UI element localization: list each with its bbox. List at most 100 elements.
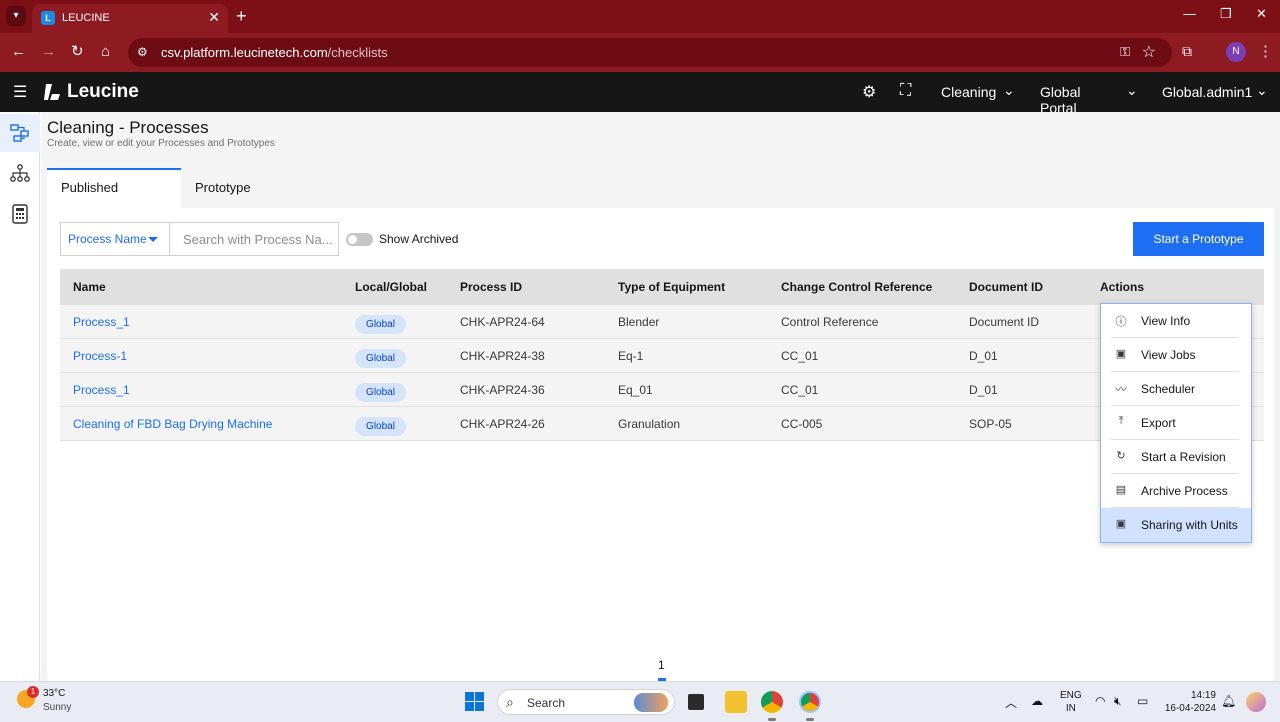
language-code: ENG [1060,690,1082,701]
windows-start-icon[interactable] [465,692,484,711]
maximize-icon[interactable]: ❐ [1220,6,1232,22]
wifi-icon[interactable]: ◠ [1095,694,1105,708]
site-settings-icon[interactable]: ⚙ [137,45,148,59]
refresh-icon: ↻ [1116,450,1126,462]
chrome-profile-icon[interactable] [799,691,821,713]
windows-taskbar: 1 33°C Sunny ⌕ Search ︿ ☁ ENG IN ◠ 🔇︎ ▭ … [0,681,1280,722]
password-key-icon[interactable]: ⚿ [1120,44,1130,60]
menu-item-label: View Jobs [1141,348,1196,362]
menu-item-label: Start a Revision [1141,450,1226,464]
leucine-logo-icon [44,84,60,100]
table-header: Name Local/Global Process ID Type of Equ… [60,269,1264,305]
tab-title: LEUCINE [62,12,110,24]
copilot-icon[interactable] [1246,692,1266,712]
browser-menu-icon[interactable]: ⋮ [1258,42,1273,60]
hierarchy-nav-item[interactable] [0,154,40,192]
tab-prototype[interactable]: Prototype [181,168,251,208]
input-language-indicator[interactable]: ENG IN [1060,689,1082,715]
menu-item-archive-process[interactable]: ▤ Archive Process [1101,474,1251,508]
window-close-icon[interactable]: ✕ [1256,6,1267,22]
filter-dropdown[interactable]: Process Name [60,222,170,256]
process-id: CHK-APR24-64 [460,315,545,329]
page-title: Cleaning - Processes [47,118,209,137]
settings-gear-icon[interactable]: ⚙ [862,82,876,102]
show-hidden-icons-chevron-icon[interactable]: ︿ [1005,694,1017,711]
left-nav-rail [0,112,40,681]
process-name-link[interactable]: Process-1 [73,349,127,363]
url-field[interactable]: ⚙ csv.platform.leucinetech.com/checklist… [128,38,1172,67]
menu-item-export[interactable]: ⤒ Export [1101,406,1251,440]
process-name-link[interactable]: Process_1 [73,383,130,397]
trend-icon: 〰 [1115,384,1127,396]
start-tile [465,702,474,711]
document-id: Document ID [969,315,1040,329]
weather-temperature: 33°C [43,688,66,699]
extensions-icon[interactable]: ⧉ [1182,43,1192,60]
scope-badge: Global [355,315,406,334]
scan-icon[interactable]: ⛶ [900,82,911,100]
column-header: Local/Global [355,280,428,294]
hamburger-menu-icon[interactable]: ☰ [13,82,27,102]
processes-nav-item[interactable] [0,114,40,152]
volume-muted-icon[interactable]: 🔇︎ [1114,694,1122,709]
processes-table: Name Local/Global Process ID Type of Equ… [60,269,1264,441]
table-row: Process_1 Global CHK-APR24-36 Eq_01 CC_0… [60,373,1264,407]
change-control-ref: CC_01 [781,349,819,363]
active-app-indicator [768,718,776,721]
show-archived-toggle[interactable] [346,233,373,246]
notification-badge: 1 [27,686,39,698]
reload-icon[interactable]: ↻ [71,43,84,61]
menu-item-view-info[interactable]: ⓘ View Info [1101,304,1251,338]
profile-avatar[interactable]: N [1226,42,1246,62]
chrome-icon[interactable] [761,691,783,713]
minimize-icon[interactable]: — [1183,6,1196,21]
system-clock[interactable]: 14:19 16-04-2024 [1162,689,1216,715]
onedrive-icon[interactable]: ☁ [1031,694,1043,708]
start-prototype-button[interactable]: Start a Prototype [1133,222,1264,256]
file-explorer-icon[interactable] [725,691,747,713]
tab-close-icon[interactable]: ✕ [208,9,220,26]
home-icon[interactable]: ⌂ [101,43,110,61]
export-icon: ⤒ [1118,415,1124,427]
active-app-indicator [806,718,814,721]
process-id: CHK-APR24-38 [460,349,545,363]
calculator-icon [12,204,28,224]
forward-icon[interactable]: → [41,43,56,61]
process-name-link[interactable]: Process_1 [73,315,130,329]
hierarchy-icon [10,164,30,182]
menu-item-label: View Info [1141,314,1191,328]
back-icon[interactable]: ← [11,43,26,61]
taskbar-search-box[interactable]: ⌕ Search [497,689,675,715]
tab-search-button[interactable]: ▾ [6,6,26,26]
menu-item-label: Archive Process [1141,484,1228,498]
reports-nav-item[interactable] [0,194,40,232]
clock-date: 16-04-2024 [1164,703,1216,714]
menu-item-start-revision[interactable]: ↻ Start a Revision [1101,440,1251,474]
browser-tab[interactable]: L LEUCINE ✕ [32,4,228,33]
search-input[interactable]: Search with Process Na... [170,222,339,256]
equipment-type: Blender [618,315,660,329]
archive-icon: ▤ [1115,484,1127,496]
process-id: CHK-APR24-36 [460,383,545,397]
processes-panel: Process Name Search with Process Na... S… [47,208,1274,681]
equipment-type: Granulation [618,417,681,431]
process-name-link[interactable]: Cleaning of FBD Bag Drying Machine [73,417,272,431]
start-tile [475,692,484,701]
column-header: Type of Equipment [618,280,726,294]
menu-item-view-jobs[interactable]: ▣ View Jobs [1101,338,1251,372]
task-view-icon[interactable] [688,694,704,710]
actions-menu: ⓘ View Info ▣ View Jobs 〰 Scheduler ⤒ Ex… [1100,303,1252,543]
menu-item-label: Export [1141,416,1176,430]
menu-item-sharing-with-units[interactable]: ▣ Sharing with Units [1101,508,1251,542]
pagination-current-page[interactable]: 1 [658,658,665,672]
taskbar-search-label: Search [527,696,566,710]
browser-address-bar: ← → ↻ ⌂ ⚙ csv.platform.leucinetech.com/c… [0,33,1280,72]
tab-published[interactable]: Published [47,168,181,208]
battery-icon[interactable]: ▭ [1137,694,1148,708]
browser-tab-bar: ▾ L LEUCINE ✕ + — ❐ ✕ [0,0,1280,33]
url-path: /checklists [327,45,388,60]
bookmark-star-icon[interactable]: ☆ [1142,42,1156,62]
notification-bell-icon[interactable]: 🔔︎ [1221,694,1236,708]
menu-item-scheduler[interactable]: 〰 Scheduler [1101,372,1251,406]
new-tab-button[interactable]: + [236,6,247,26]
